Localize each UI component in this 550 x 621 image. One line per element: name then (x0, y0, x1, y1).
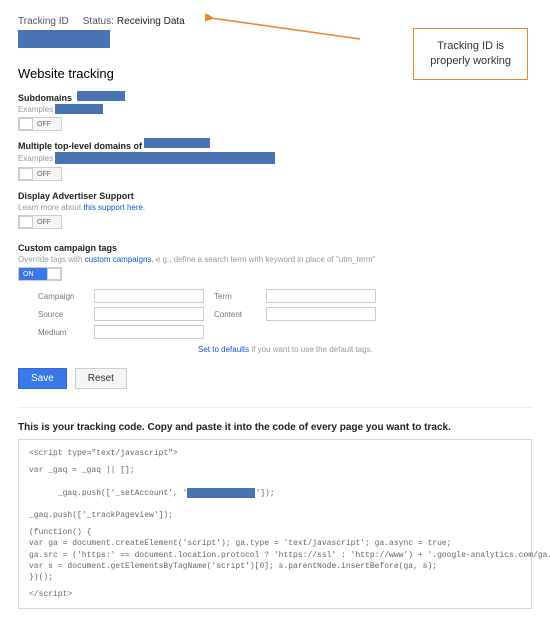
code-line: _gaq.push(['_trackPageview']); (29, 510, 521, 521)
medium-input[interactable] (94, 325, 204, 339)
subdomains-examples-label: Examples (18, 105, 53, 114)
code-line: <script type="text/javascript"> (29, 448, 521, 459)
advertiser-toggle[interactable]: OFF (18, 215, 62, 229)
campaign-toggle[interactable]: ON (18, 267, 62, 281)
status-value: Receiving Data (117, 16, 185, 27)
tracking-code-box[interactable]: <script type="text/javascript"> var _gaq… (18, 439, 532, 609)
code-span: ']); (255, 489, 274, 498)
code-line: </script> (29, 589, 521, 600)
callout-line2: properly working (430, 54, 511, 69)
campaign-desc-link[interactable]: custom campaigns (85, 255, 152, 264)
code-line: var ga = document.createElement('script'… (29, 538, 521, 549)
multidomain-label: Multiple top-level domains of (18, 141, 142, 151)
multidomain-examples-label: Examples (18, 154, 53, 163)
subdomains-example-redacted (55, 104, 103, 114)
campaign-desc-suffix: , e.g., define a search term with keywor… (151, 255, 375, 264)
term-field-label: Term (214, 292, 256, 301)
source-input[interactable] (94, 307, 204, 321)
subdomains-redacted (77, 91, 125, 101)
callout-line1: Tracking ID is (430, 39, 511, 54)
term-input[interactable] (266, 289, 376, 303)
campaign-desc-prefix: Override tags with (18, 255, 85, 264)
code-redacted (187, 488, 255, 498)
code-line: _gaq.push(['_setAccount', ' ']); (29, 476, 521, 510)
multidomain-toggle[interactable]: OFF (18, 167, 62, 181)
advertiser-label: Display Advertiser Support (18, 191, 532, 201)
multidomain-toggle-label: OFF (33, 171, 51, 178)
content-field-label: Content (214, 310, 256, 319)
divider (18, 407, 532, 408)
advertiser-learn-link[interactable]: this support here (83, 203, 143, 212)
tracking-id-redacted (18, 30, 110, 48)
advertiser-toggle-label: OFF (33, 219, 51, 226)
campaign-input[interactable] (94, 289, 204, 303)
campaign-field-label: Campaign (38, 292, 84, 301)
tracking-code-title: This is your tracking code. Copy and pas… (18, 422, 532, 433)
campaign-title: Custom campaign tags (18, 243, 532, 253)
subdomains-label: Subdomains (18, 93, 72, 103)
callout-box: Tracking ID is properly working (413, 28, 528, 80)
subdomains-toggle[interactable]: OFF (18, 117, 62, 131)
source-field-label: Source (38, 310, 84, 319)
set-defaults-link[interactable]: Set to defaults (198, 345, 249, 354)
code-line: var _gaq = _gaq || []; (29, 465, 521, 476)
save-button[interactable]: Save (18, 368, 67, 389)
code-line: var s = document.getElementsByTagName('s… (29, 561, 521, 572)
code-line: (function() { (29, 527, 521, 538)
medium-field-label: Medium (38, 328, 84, 337)
set-defaults-suffix: if you want to use the default tags. (249, 345, 373, 354)
code-span: _gaq.push(['_setAccount', ' (58, 489, 188, 498)
content-input[interactable] (266, 307, 376, 321)
multidomain-redacted (144, 138, 210, 148)
campaign-toggle-label: ON (19, 271, 34, 278)
advertiser-learn-prefix: Learn more about (18, 203, 83, 212)
status-label: Status: (83, 16, 114, 27)
tracking-id-label: Tracking ID (18, 16, 69, 27)
multidomain-example-redacted (55, 152, 275, 164)
code-line: })(); (29, 572, 521, 583)
reset-button[interactable]: Reset (75, 368, 127, 389)
subdomains-toggle-label: OFF (33, 121, 51, 128)
code-line: ga.src = ('https:' == document.location.… (29, 550, 521, 561)
